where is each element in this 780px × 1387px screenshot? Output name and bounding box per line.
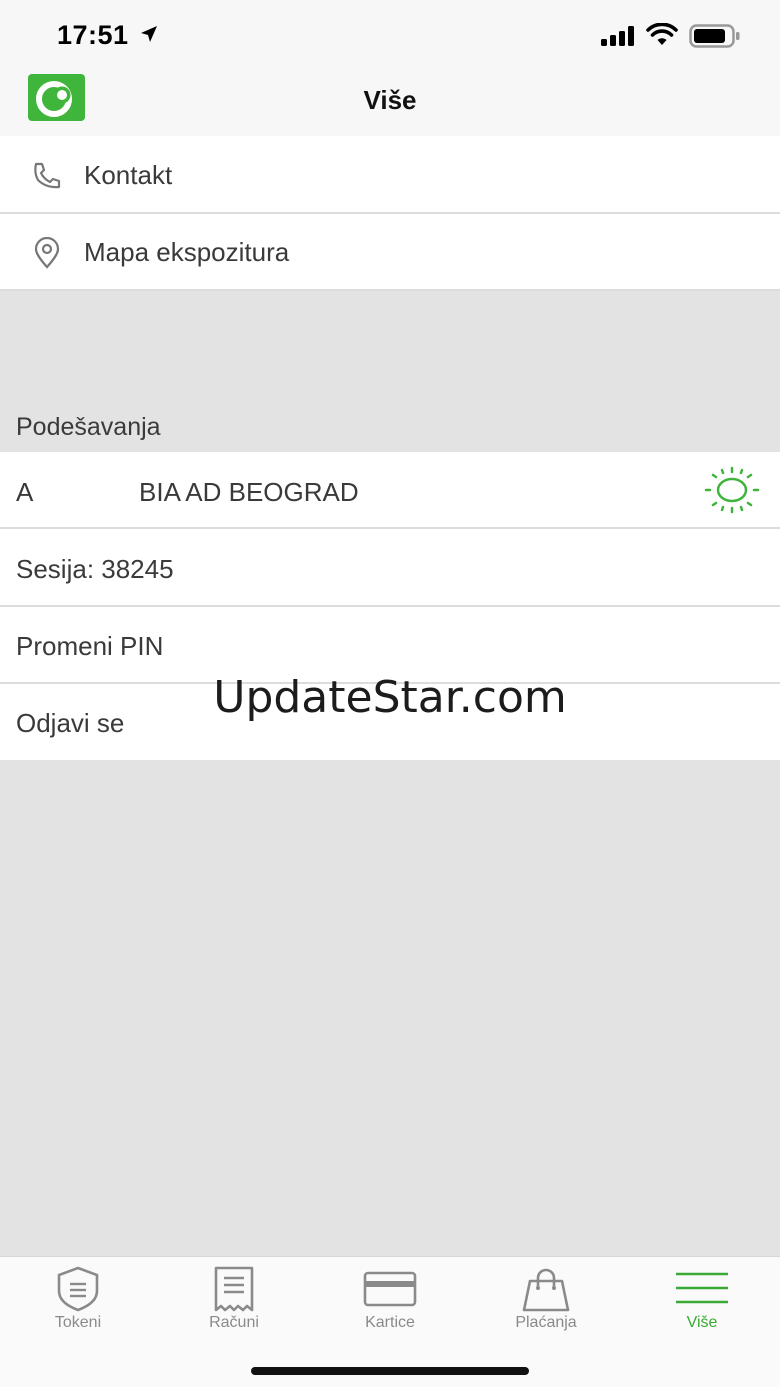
tab-kartice[interactable]: Kartice (312, 1257, 468, 1347)
status-bar: 17:51 (0, 0, 780, 66)
cellular-signal-icon (601, 26, 634, 46)
account-name: BIA AD BEOGRAD (139, 477, 359, 507)
tab-vise[interactable]: Više (624, 1257, 780, 1347)
account-row[interactable]: A BIA AD BEOGRAD (0, 452, 780, 529)
logout-row[interactable]: Odjavi se (0, 684, 780, 760)
card-icon (363, 1271, 417, 1307)
logout-label: Odjavi se (16, 708, 125, 738)
tab-bar: Tokeni Računi Kartice Plaćanja Više (0, 1256, 780, 1387)
phone-icon (34, 162, 61, 189)
nav-header: Više (0, 66, 780, 136)
session-row: Sesija: 38245 (0, 529, 780, 607)
status-time: 17:51 (57, 20, 129, 50)
wifi-icon (646, 23, 678, 45)
tab-label: Tokeni (54, 1314, 102, 1331)
tab-racuni[interactable]: Računi (156, 1257, 312, 1347)
session-label: Sesija: 38245 (16, 554, 174, 584)
page-title: Više (363, 85, 417, 115)
tab-tokeni[interactable]: Tokeni (0, 1257, 156, 1347)
menu-icon (676, 1272, 728, 1304)
tab-placanja[interactable]: Plaćanja (468, 1257, 624, 1347)
change-pin-label: Promeni PIN (16, 631, 164, 661)
location-arrow-icon (141, 26, 157, 42)
menu-item-kontakt[interactable]: Kontakt (0, 136, 780, 214)
tab-label: Računi (209, 1314, 259, 1331)
menu-item-label: Kontakt (84, 160, 173, 190)
battery-icon (689, 24, 740, 48)
account-prefix: A (16, 477, 34, 507)
tab-label: Kartice (365, 1314, 415, 1331)
shield-icon (57, 1266, 99, 1312)
home-indicator[interactable] (251, 1367, 529, 1375)
tab-label: Plaćanja (515, 1314, 577, 1331)
shopping-bag-icon (522, 1268, 570, 1312)
menu-item-mapa-ekspozitura[interactable]: Mapa ekspozitura (0, 214, 780, 291)
section-title-settings: Podešavanja (16, 413, 161, 441)
receipt-icon (214, 1266, 254, 1312)
tab-label: Više (686, 1314, 718, 1331)
change-pin-row[interactable]: Promeni PIN (0, 607, 780, 684)
screen: 17:51 Više Kontakt Mapa ekspozitura Pode… (0, 0, 780, 1387)
location-pin-icon (34, 237, 60, 269)
refresh-spinner-icon[interactable] (703, 466, 761, 514)
menu-item-label: Mapa ekspozitura (84, 237, 290, 267)
